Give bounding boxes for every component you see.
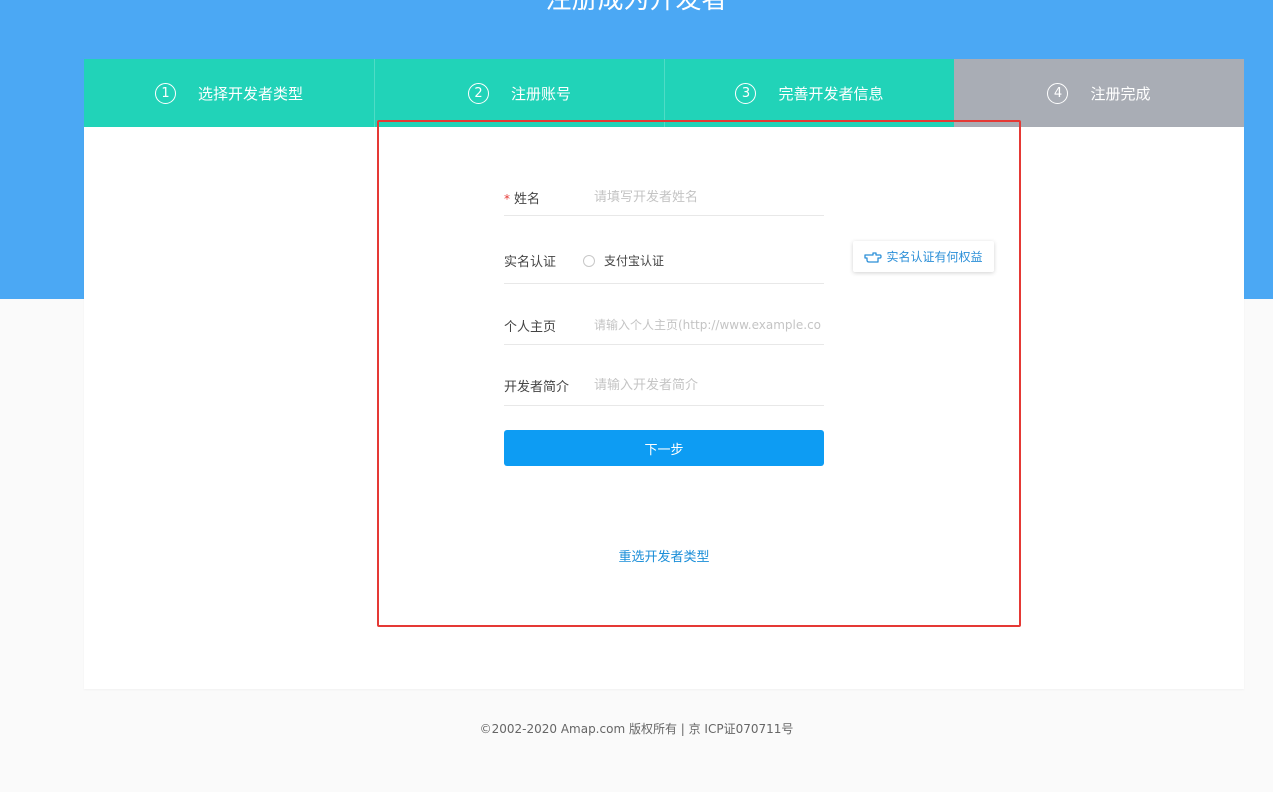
step-select-type: 1 选择开发者类型 xyxy=(84,59,374,127)
step-label: 注册完成 xyxy=(1090,84,1151,103)
step-finished: 4 注册完成 xyxy=(954,59,1244,127)
step-number: 1 xyxy=(154,82,176,104)
step-label: 注册账号 xyxy=(510,84,571,103)
step-number: 2 xyxy=(467,82,489,104)
step-label: 完善开发者信息 xyxy=(778,84,884,103)
step-number: 3 xyxy=(735,82,757,104)
step-label: 选择开发者类型 xyxy=(197,84,303,103)
highlight-annotation-box xyxy=(377,120,1021,627)
step-register-account: 2 注册账号 xyxy=(374,59,664,127)
progress-steps: 1 选择开发者类型 2 注册账号 3 完善开发者信息 4 注册完成 xyxy=(84,59,1244,127)
footer-copyright: ©2002-2020 Amap.com 版权所有 | 京 ICP证070711号 xyxy=(479,722,794,736)
page-title: 注册成为开发者 xyxy=(545,0,728,15)
step-complete-info: 3 完善开发者信息 xyxy=(664,59,954,127)
step-number: 4 xyxy=(1047,82,1069,104)
